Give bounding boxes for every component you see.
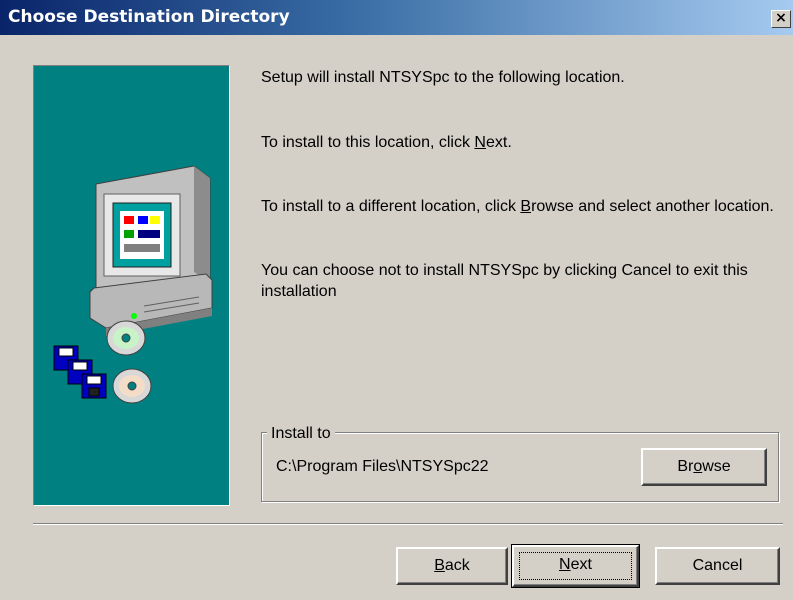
browse-button-accelerator: o bbox=[693, 458, 703, 475]
install-path: C:\Program Files\NTSYSpc22 bbox=[276, 458, 489, 475]
browse-instruction-text: To install to a different location, clic… bbox=[261, 198, 521, 215]
browse-instruction: To install to a different location, clic… bbox=[261, 196, 781, 217]
back-label: ack bbox=[444, 557, 470, 574]
intro-message: Setup will install NTSYSpc to the follow… bbox=[261, 69, 625, 86]
button-separator bbox=[33, 523, 783, 525]
next-instruction-end: ext. bbox=[485, 134, 512, 151]
window-title: Choose Destination Directory bbox=[8, 7, 290, 27]
setup-illustration-panel bbox=[33, 65, 230, 506]
title-bar[interactable]: Choose Destination Directory × bbox=[0, 0, 793, 35]
focus-rectangle bbox=[519, 552, 632, 580]
cd-discs-icon bbox=[106, 320, 152, 404]
browse-accelerator: B bbox=[520, 198, 532, 215]
cancel-button[interactable]: Cancel bbox=[655, 547, 780, 585]
close-icon: × bbox=[775, 10, 787, 26]
next-button[interactable]: Next bbox=[511, 544, 640, 588]
close-button[interactable]: × bbox=[771, 10, 791, 28]
next-instruction-text: To install to this location, click bbox=[261, 134, 475, 151]
back-button[interactable]: Back bbox=[396, 547, 508, 585]
browse-instruction-end: rowse and select another location. bbox=[531, 198, 774, 215]
install-to-label: Install to bbox=[267, 425, 335, 443]
browse-label-start: Br bbox=[677, 458, 694, 475]
browse-label-end: wse bbox=[702, 458, 731, 475]
cancel-instruction: You can choose not to install NTSYSpc by… bbox=[261, 262, 748, 300]
browse-button[interactable]: Browse bbox=[641, 448, 767, 486]
next-accelerator: N bbox=[474, 134, 486, 151]
back-accelerator: B bbox=[434, 557, 445, 574]
next-instruction: To install to this location, click Next. bbox=[261, 132, 781, 153]
